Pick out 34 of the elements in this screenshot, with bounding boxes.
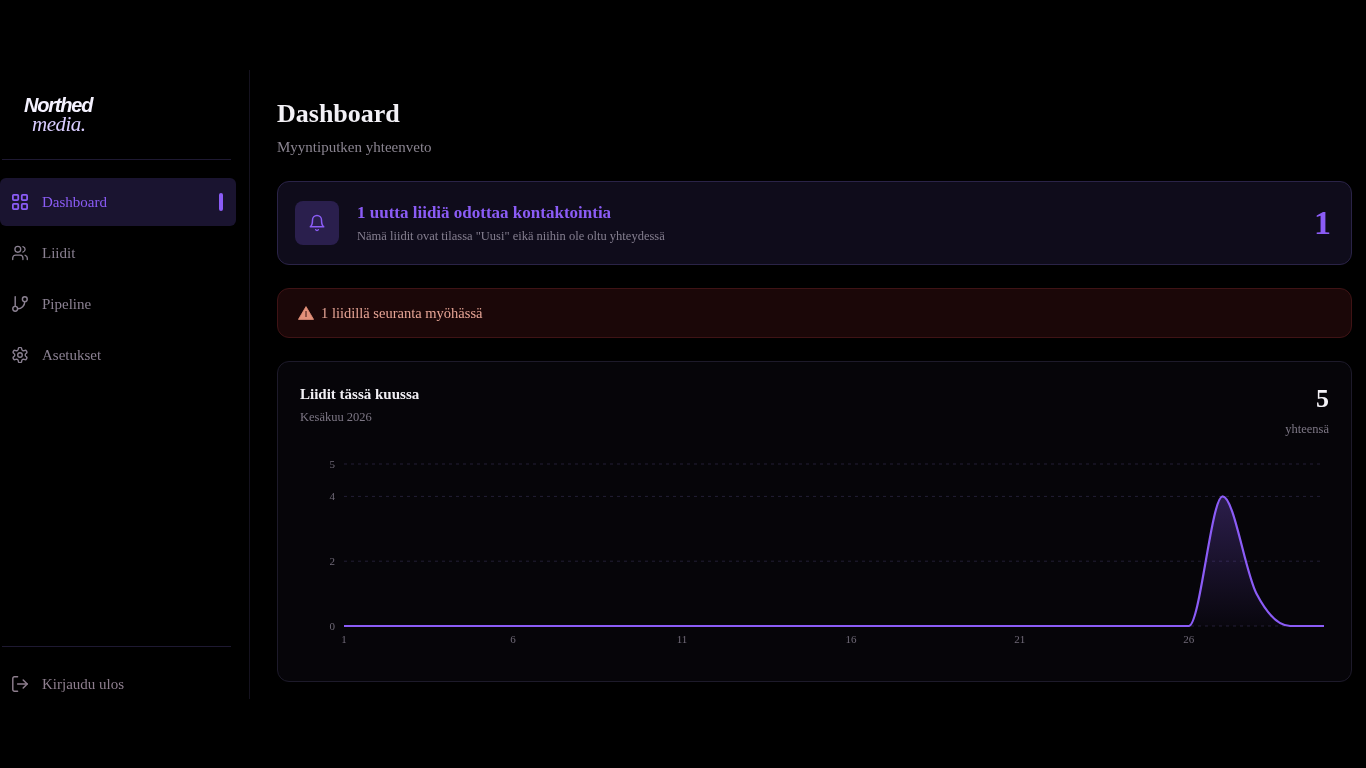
axis-label: 26 (1183, 633, 1195, 645)
notice-count: 1 (1314, 203, 1331, 243)
total-count: 5 (1316, 385, 1329, 413)
axis-label: 4 (329, 490, 335, 503)
warning-icon (298, 306, 314, 320)
nav-item[interactable]: Liidit (0, 229, 236, 277)
axis-label: 11 (676, 633, 688, 645)
axis-label: 6 (510, 633, 516, 645)
total-label: yhteensä (1285, 421, 1329, 437)
axis-label: 1 (341, 633, 347, 645)
bell-icon (295, 201, 339, 245)
logout-icon (12, 676, 28, 692)
logout-button[interactable]: Kirjaudu ulos (0, 669, 137, 699)
axis-label: 0 (329, 620, 335, 632)
nav-item[interactable]: Pipeline (0, 280, 236, 328)
branch-icon (12, 296, 28, 312)
page-title: Dashboard (277, 98, 401, 130)
chart-subtitle: Kesäkuu 2026 (300, 409, 373, 425)
page-subtitle: Myyntiputken yhteenveto (277, 138, 433, 157)
active-marker-icon (219, 193, 223, 211)
brand-logo: Northed media. (24, 96, 93, 133)
grid-icon (12, 194, 28, 210)
chart-title: Liidit tässä kuussa (300, 385, 420, 403)
notice-title: 1 uutta liidiä odottaa kontaktointia (357, 202, 613, 223)
nav-item[interactable]: Dashboard (0, 178, 236, 226)
alert-text: 1 liidillä seuranta myöhässä (321, 304, 483, 322)
notice-text: Nämä liidit ovat tilassa "Uusi" eikä niihin ole oltu yhteydessä (357, 227, 665, 244)
users-icon (12, 245, 28, 261)
settings-icon (12, 347, 28, 363)
axis-label: 5 (329, 458, 335, 470)
axis-label: 2 (329, 555, 335, 568)
axis-label: 21 (1014, 633, 1026, 645)
axis-label: 16 (845, 633, 857, 645)
nav-item[interactable]: Asetukset (0, 331, 236, 379)
